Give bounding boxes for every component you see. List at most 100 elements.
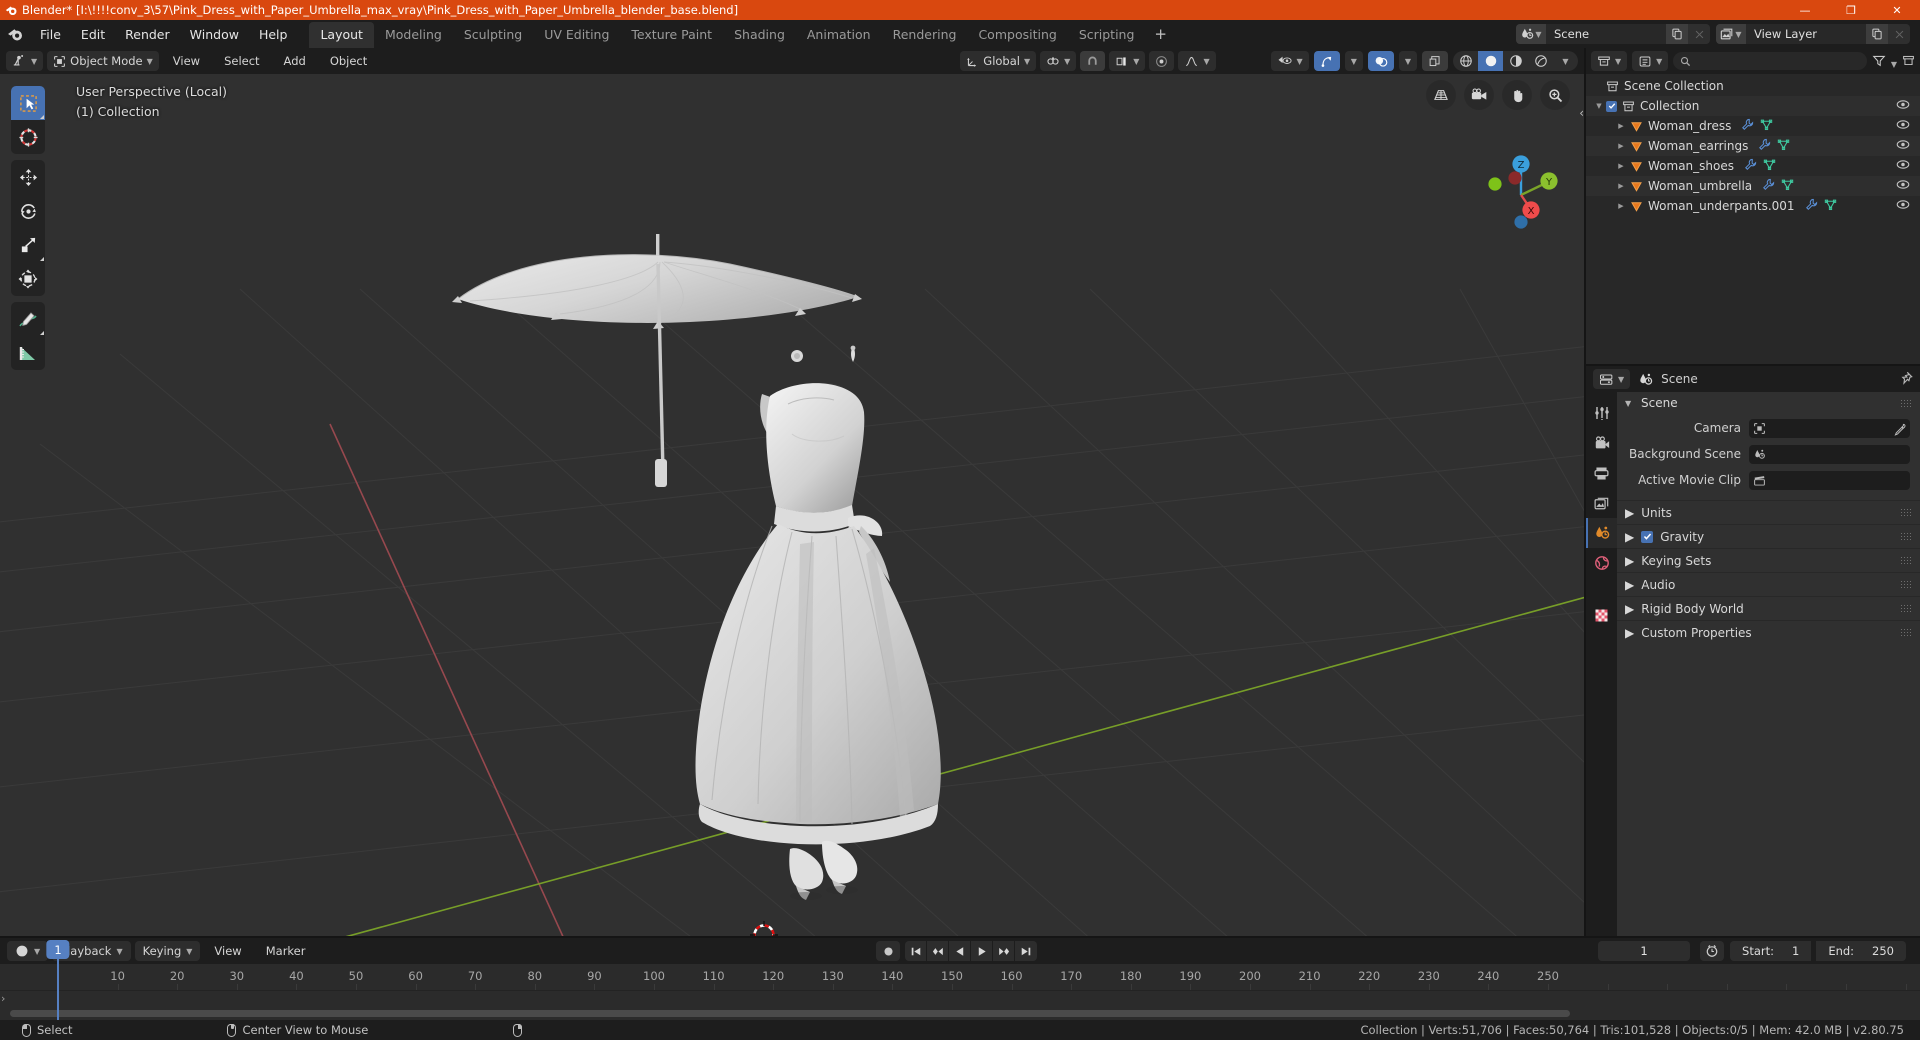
camera-field[interactable] (1749, 418, 1910, 440)
menu-window[interactable]: Window (180, 24, 249, 45)
eyedropper-icon[interactable] (1893, 421, 1906, 440)
annotate-tool-icon[interactable] (11, 302, 45, 336)
outliner-row-object[interactable]: ▶ Woman_earrings (1586, 136, 1920, 156)
new-view-layer-button[interactable] (1866, 24, 1888, 44)
gizmo-options-selector[interactable]: ▼ (1344, 51, 1363, 71)
outliner-row-scene-collection[interactable]: Scene Collection (1586, 76, 1920, 96)
tab-layout[interactable]: Layout (309, 22, 374, 48)
tab-scripting[interactable]: Scripting (1068, 22, 1146, 48)
menu-file[interactable]: File (30, 24, 71, 45)
viewport-canvas[interactable]: User Perspective (Local) (1) Collection (0, 74, 1586, 938)
section-custom-properties[interactable]: ▶ Custom Properties (1617, 620, 1920, 644)
object-name[interactable]: Woman_underpants.001 (1648, 199, 1795, 213)
editor-type-selector[interactable]: ▼ (6, 51, 44, 71)
timeline-ruler[interactable]: 10 20 30 40 50 60 70 80 90 100 110 120 130 140 150 160 1… (0, 964, 1920, 990)
background-scene-field[interactable] (1749, 444, 1910, 464)
tab-texture-icon[interactable] (1586, 600, 1617, 630)
zoom-view-icon[interactable] (1540, 80, 1570, 110)
outliner-row-object[interactable]: ▶ Woman_underpants.001 (1586, 196, 1920, 216)
gravity-checkbox[interactable] (1641, 530, 1654, 543)
tab-view-layer-icon[interactable] (1586, 488, 1617, 518)
playhead-indicator[interactable]: 1 (46, 940, 70, 959)
tab-render-icon[interactable] (1586, 428, 1617, 458)
viewport-3d[interactable]: ▼ Object Mode ▼ View Select Add Object G… (0, 48, 1586, 938)
object-visibility-eye-icon[interactable] (1896, 139, 1910, 153)
object-name[interactable]: Woman_umbrella (1648, 179, 1752, 193)
object-visibility-eye-icon[interactable] (1896, 199, 1910, 213)
snap-pivot-selector[interactable]: ▼ (1040, 51, 1077, 71)
play-reverse-icon[interactable] (949, 941, 972, 961)
view-layer-selector[interactable]: ▼ View Layer (1716, 24, 1910, 44)
mesh-data-icon[interactable] (1824, 198, 1837, 214)
expand-object-icon[interactable]: ▶ (1614, 142, 1628, 150)
expand-collection-icon[interactable]: ▼ (1592, 102, 1606, 110)
outliner-tree[interactable]: Scene Collection ▼ Collection ▶ Woman_dr… (1586, 74, 1920, 366)
transform-orientation-selector[interactable]: Global ▼ (960, 51, 1037, 71)
pan-view-icon[interactable] (1502, 80, 1532, 110)
grid-toggle-icon[interactable] (1426, 80, 1456, 110)
outliner-editor[interactable]: ▼ ▼ ▼ Scene Collection ▼ Collection ▶ Wo… (1586, 48, 1920, 366)
auto-keying-icon[interactable] (876, 941, 901, 961)
jump-end-icon[interactable] (1015, 941, 1037, 961)
next-keyframe-icon[interactable] (993, 941, 1016, 961)
add-workspace-button[interactable]: + (1145, 23, 1176, 48)
timeline-sidebar-toggle-icon[interactable]: › (1, 992, 5, 1005)
timeline-horizontal-scrollbar[interactable] (10, 1010, 1570, 1017)
properties-editor-type-selector[interactable]: ▼ (1593, 369, 1631, 389)
object-visibility-eye-icon[interactable] (1896, 119, 1910, 133)
tab-scene-icon[interactable] (1586, 518, 1617, 548)
outliner-row-collection[interactable]: ▼ Collection (1586, 96, 1920, 116)
section-gravity[interactable]: ▶ Gravity (1617, 524, 1920, 548)
properties-panel-body[interactable]: ▼ Scene Camera Background Scene Active M… (1617, 392, 1920, 938)
modifier-wrench-icon[interactable] (1762, 178, 1775, 194)
outliner-filter-icon[interactable]: ▼ (1872, 52, 1897, 71)
collection-visibility-eye-icon[interactable] (1896, 99, 1910, 113)
viewport-axis-gizmo[interactable]: Z Y X (1478, 152, 1564, 238)
minimize-button[interactable]: — (1782, 0, 1828, 20)
section-units[interactable]: ▶ Units (1617, 500, 1920, 524)
collection-checkbox[interactable] (1606, 100, 1617, 112)
properties-editor[interactable]: ▼ Scene ▼ Scene Camera Background Scene … (1586, 366, 1920, 938)
shading-solid-button[interactable] (1478, 51, 1503, 71)
expand-object-icon[interactable]: ▶ (1614, 202, 1628, 210)
outliner-new-collection-icon[interactable] (1902, 52, 1915, 71)
scene-panel-header[interactable]: ▼ Scene (1617, 392, 1920, 414)
blender-logo-icon[interactable] (0, 20, 30, 48)
scene-name[interactable]: Scene (1546, 24, 1666, 44)
tab-uv-editing[interactable]: UV Editing (533, 22, 620, 48)
modifier-wrench-icon[interactable] (1805, 198, 1818, 214)
transform-tool-icon[interactable] (11, 262, 45, 296)
outliner-editor-type-selector[interactable]: ▼ (1591, 51, 1628, 71)
menu-edit[interactable]: Edit (71, 24, 115, 45)
viewport-menu-select[interactable]: Select (214, 51, 269, 71)
tab-shading[interactable]: Shading (723, 22, 796, 48)
rotate-tool-icon[interactable] (11, 194, 45, 228)
object-visibility-eye-icon[interactable] (1896, 159, 1910, 173)
section-rigid-body-world[interactable]: ▶ Rigid Body World (1617, 596, 1920, 620)
play-icon[interactable] (971, 941, 994, 961)
outliner-display-mode-selector[interactable]: ▼ (1632, 51, 1669, 71)
shading-material-button[interactable] (1503, 51, 1528, 71)
modifier-wrench-icon[interactable] (1758, 138, 1771, 154)
timeline-editor-type-selector[interactable]: ▼ (7, 941, 49, 961)
scale-tool-icon[interactable] (11, 228, 45, 262)
view-layer-name[interactable]: View Layer (1746, 24, 1866, 44)
expand-object-icon[interactable]: ▶ (1614, 182, 1628, 190)
scene-selector[interactable]: ▼ Scene (1516, 24, 1710, 44)
select-box-tool-icon[interactable] (11, 86, 45, 120)
outliner-row-object[interactable]: ▶ Woman_umbrella (1586, 176, 1920, 196)
expand-object-icon[interactable]: ▶ (1614, 122, 1628, 130)
move-tool-icon[interactable] (11, 160, 45, 194)
timeline-editor[interactable]: ▼ Playback ▼ Keying ▼ View Marker 1 Star… (0, 938, 1920, 1020)
section-keying-sets[interactable]: ▶ Keying Sets (1617, 548, 1920, 572)
tab-modeling[interactable]: Modeling (374, 22, 453, 48)
current-frame-field[interactable]: 1 (1598, 941, 1691, 961)
snap-magnet-toggle[interactable] (1080, 51, 1106, 71)
outliner-search-input[interactable] (1673, 52, 1867, 70)
timeline-keying-menu[interactable]: Keying ▼ (134, 941, 201, 961)
viewport-menu-view[interactable]: View (163, 51, 210, 71)
tab-tool-icon[interactable] (1586, 398, 1617, 428)
xray-toggle[interactable] (1422, 51, 1448, 71)
cursor-tool-icon[interactable] (11, 120, 45, 154)
prev-keyframe-icon[interactable] (927, 941, 950, 961)
